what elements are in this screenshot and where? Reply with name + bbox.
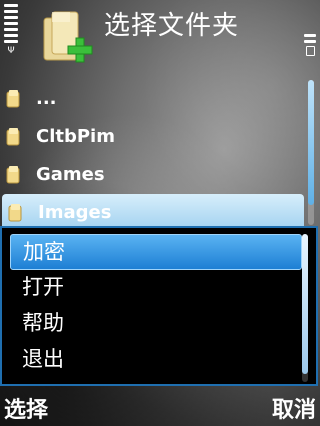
battery-indicator bbox=[304, 34, 316, 56]
options-menu: 加密 打开 帮助 退出 bbox=[0, 226, 318, 386]
folder-add-icon bbox=[43, 11, 93, 63]
list-item-label: ... bbox=[36, 88, 57, 109]
menu-item-label: 帮助 bbox=[22, 311, 64, 335]
folder-icon bbox=[6, 128, 20, 146]
menu-item-label: 退出 bbox=[22, 347, 64, 371]
list-item-label: CltbPim bbox=[36, 126, 115, 147]
list-item-label: Images bbox=[38, 202, 112, 223]
folder-icon bbox=[8, 204, 22, 222]
signal-indicator: Ψ bbox=[4, 4, 18, 56]
list-item-label: Games bbox=[36, 164, 105, 185]
menu-item-label: 加密 bbox=[23, 240, 65, 264]
left-softkey-select[interactable]: 选择 bbox=[4, 392, 48, 424]
menu-item-open[interactable]: 打开 bbox=[10, 270, 300, 304]
menu-item-help[interactable]: 帮助 bbox=[10, 306, 300, 340]
right-softkey-cancel[interactable]: 取消 bbox=[272, 392, 316, 424]
list-item[interactable]: ... bbox=[0, 80, 306, 118]
list-scrollbar-thumb[interactable] bbox=[308, 80, 314, 205]
folder-icon bbox=[6, 90, 20, 108]
battery-icon bbox=[305, 46, 315, 56]
list-item[interactable]: CltbPim bbox=[0, 118, 306, 156]
menu-item-exit[interactable]: 退出 bbox=[10, 342, 300, 376]
folder-icon bbox=[6, 166, 20, 184]
softkey-bar: 选择 取消 bbox=[0, 388, 320, 426]
menu-scrollbar-thumb[interactable] bbox=[302, 234, 308, 374]
page-title: 选择文件夹 bbox=[104, 11, 240, 41]
list-item[interactable]: Games bbox=[0, 156, 306, 194]
menu-item-label: 打开 bbox=[22, 275, 64, 299]
menu-item-encrypt[interactable]: 加密 bbox=[10, 234, 302, 270]
list-scrollbar[interactable] bbox=[308, 80, 314, 225]
menu-scrollbar[interactable] bbox=[302, 234, 308, 382]
folder-list: ... CltbPim Games Images bbox=[0, 80, 306, 232]
antenna-icon: Ψ bbox=[7, 46, 15, 56]
